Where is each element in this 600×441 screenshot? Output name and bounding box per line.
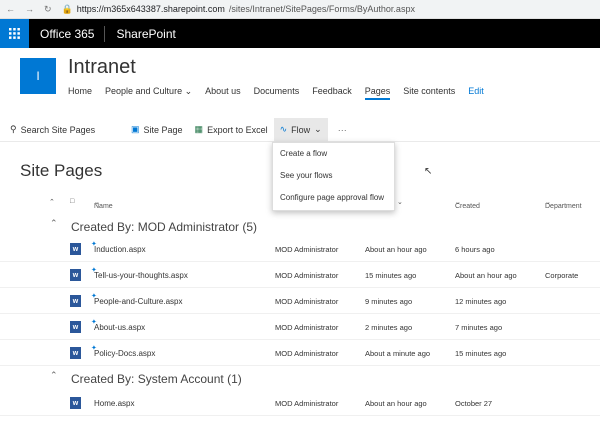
mouse-cursor-icon: ↖ <box>424 166 433 177</box>
modified: 9 minutes ago <box>365 297 413 306</box>
page-title: Site Pages <box>20 161 103 180</box>
flow-icon: ∿ <box>279 124 288 134</box>
nav-about-us[interactable]: About us <box>205 86 241 100</box>
back-icon[interactable]: ← <box>6 4 15 15</box>
nav-edit-link[interactable]: Edit <box>468 86 484 100</box>
modified-by: MOD Administrator <box>275 297 339 306</box>
file-name-link[interactable]: Policy-Docs.aspx <box>94 349 155 358</box>
menu-item-create-flow[interactable]: Create a flow <box>273 143 394 165</box>
modified: 2 minutes ago <box>365 323 413 332</box>
url-path: /sites/Intranet/SitePages/Forms/ByAuthor… <box>228 4 415 14</box>
url-field[interactable]: 🔒 https://m365x643387.sharepoint.com/sit… <box>62 4 415 15</box>
file-name-link[interactable]: Induction.aspx <box>94 245 146 254</box>
export-label: Export to Excel <box>207 124 268 135</box>
created: 6 hours ago <box>455 245 495 254</box>
chevron-down-icon: ⌄ <box>314 124 322 134</box>
column-name[interactable]: Name ⌄ <box>94 198 113 210</box>
word-file-icon: w <box>70 347 81 359</box>
modified-by: MOD Administrator <box>275 245 339 254</box>
suite-bar: Office 365 SharePoint <box>0 19 600 48</box>
app-launcher-icon[interactable] <box>0 19 29 48</box>
file-type-icon[interactable]: □ <box>70 198 74 205</box>
column-department[interactable]: Department ⌄ <box>545 198 582 210</box>
chevron-down-icon[interactable]: ⌄ <box>397 198 403 206</box>
site-title[interactable]: Intranet <box>68 56 136 79</box>
modified-by: MOD Administrator <box>275 349 339 358</box>
lock-icon: 🔒 <box>61 3 73 14</box>
site-page-label: Site Page <box>143 124 183 135</box>
group-header[interactable]: ⌃ Created By: System Account (1) <box>0 368 600 390</box>
page-icon: ▣ <box>131 124 140 134</box>
file-name-link[interactable]: About-us.aspx <box>94 323 145 332</box>
word-file-icon: w <box>70 243 81 255</box>
word-file-icon: w <box>70 321 81 333</box>
created: 15 minutes ago <box>455 349 507 358</box>
modified-by: MOD Administrator <box>275 399 339 408</box>
reload-icon[interactable]: ↻ <box>44 4 52 15</box>
table-row[interactable]: w ✦ Induction.aspx MOD Administrator Abo… <box>0 236 600 262</box>
file-name-link[interactable]: Tell-us-your-thoughts.aspx <box>94 271 188 280</box>
column-header-row: ⌃ □ Name ⌄ ⌄ Created ⌄ Department ⌄ <box>0 193 600 210</box>
excel-icon: ▦ <box>194 124 204 134</box>
table-row[interactable]: w ✦ Policy-Docs.aspx MOD Administrator A… <box>0 340 600 366</box>
table-row[interactable]: w ✦ Tell-us-your-thoughts.aspx MOD Admin… <box>0 262 600 288</box>
word-file-icon: w <box>70 295 81 307</box>
modified-by: MOD Administrator <box>275 323 339 332</box>
flow-button[interactable]: ∿ Flow ⌄ <box>273 117 328 142</box>
forward-icon[interactable]: → <box>25 4 34 15</box>
department: Corporate <box>545 271 579 280</box>
created: 7 minutes ago <box>455 323 503 332</box>
file-name-link[interactable]: People-and-Culture.aspx <box>94 297 183 306</box>
nav-people-and-culture[interactable]: People and Culture ⌄ <box>105 86 192 100</box>
created: October 27 <box>455 399 493 408</box>
created: 12 minutes ago <box>455 297 507 306</box>
site-logo[interactable]: I <box>20 58 56 94</box>
menu-item-see-flows[interactable]: See your flows <box>273 165 394 187</box>
new-site-page-button[interactable]: ▣ Site Page <box>125 118 189 142</box>
collapse-all-icon[interactable]: ⌃ <box>49 198 55 206</box>
nav-pages[interactable]: Pages <box>364 86 391 100</box>
nav-documents[interactable]: Documents <box>254 86 300 100</box>
top-navigation: Home People and Culture ⌄ About us Docum… <box>68 86 484 100</box>
search-box[interactable]: ⚲ Search Site Pages <box>0 124 125 135</box>
url-host: https://m365x643387.sharepoint.com <box>76 4 225 14</box>
nav-feedback[interactable]: Feedback <box>312 86 352 100</box>
modified-by: MOD Administrator <box>275 271 339 280</box>
search-icon: ⚲ <box>10 124 17 134</box>
modified: About an hour ago <box>365 399 427 408</box>
more-options-icon[interactable]: ··· <box>328 125 357 135</box>
nav-home[interactable]: Home <box>68 86 92 100</box>
site-header: I Intranet Home People and Culture ⌄ Abo… <box>0 48 600 118</box>
modified: About an hour ago <box>365 245 427 254</box>
group-title: Created By: MOD Administrator (5) <box>71 220 258 234</box>
command-bar: ⚲ Search Site Pages ▣ Site Page ▦ Export… <box>0 117 600 142</box>
table-row[interactable]: w Home.aspx MOD Administrator About an h… <box>0 390 600 416</box>
table-row[interactable]: w ✦ People-and-Culture.aspx MOD Administ… <box>0 288 600 314</box>
word-file-icon: w <box>70 269 81 281</box>
chevron-down-icon: ⌄ <box>184 86 193 96</box>
chevron-up-icon[interactable]: ⌃ <box>50 218 58 229</box>
chevron-up-icon[interactable]: ⌃ <box>50 370 58 381</box>
column-created[interactable]: Created ⌄ <box>455 198 480 210</box>
sharepoint-link[interactable]: SharePoint <box>105 27 175 41</box>
created: About an hour ago <box>455 271 517 280</box>
nav-site-contents[interactable]: Site contents <box>403 86 455 100</box>
modified: 15 minutes ago <box>365 271 417 280</box>
table-row[interactable]: w ✦ About-us.aspx MOD Administrator 2 mi… <box>0 314 600 340</box>
flow-label: Flow <box>291 124 311 135</box>
browser-address-bar: ← → ↻ 🔒 https://m365x643387.sharepoint.c… <box>0 0 600 19</box>
group-title: Created By: System Account (1) <box>71 372 242 386</box>
export-to-excel-button[interactable]: ▦ Export to Excel <box>189 118 274 142</box>
modified: About a minute ago <box>365 349 431 358</box>
file-name-link[interactable]: Home.aspx <box>94 399 134 408</box>
group-header[interactable]: ⌃ Created By: MOD Administrator (5) <box>0 216 600 238</box>
word-file-icon: w <box>70 397 81 409</box>
office365-link[interactable]: Office 365 <box>29 25 106 42</box>
search-placeholder: Search Site Pages <box>20 124 96 135</box>
